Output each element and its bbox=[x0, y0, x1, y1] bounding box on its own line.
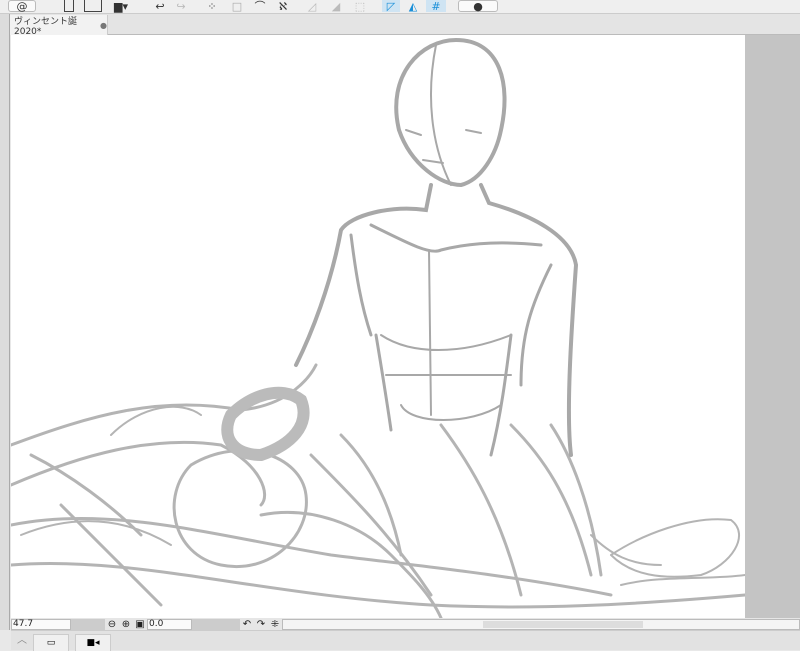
rotation-slider[interactable] bbox=[192, 618, 240, 630]
fill-icon[interactable]: ◢ bbox=[328, 0, 344, 13]
transform-icon[interactable]: ℵ bbox=[274, 0, 292, 13]
grid-snap-icon[interactable]: # bbox=[426, 0, 446, 13]
document-tab-bar: ヴィンセント誕2020* ● bbox=[10, 14, 800, 37]
ruler-snap-icon[interactable]: ◸ bbox=[382, 0, 400, 13]
help-icon[interactable]: ● bbox=[458, 0, 498, 13]
zoom-slider[interactable] bbox=[71, 618, 105, 630]
close-tab-icon[interactable]: ● bbox=[100, 21, 107, 30]
clear-icon[interactable]: ◿ bbox=[304, 0, 320, 13]
selection-icon[interactable]: □ bbox=[228, 0, 246, 13]
camera-panel-tab[interactable]: ■◂ bbox=[75, 634, 111, 651]
color-panel-tab[interactable]: ▭ bbox=[33, 634, 69, 651]
canvas-status-bar: 47.7 ⊖ ⊕ ▣ 0.0 ↶ ↷ ⁜ bbox=[11, 618, 800, 630]
collapse-up-icon[interactable]: ︿ bbox=[17, 631, 27, 646]
left-panel-strip[interactable] bbox=[0, 14, 10, 630]
zoom-in-icon[interactable]: ⊕ bbox=[119, 619, 133, 630]
drawing-canvas[interactable] bbox=[11, 35, 745, 618]
fit-screen-icon[interactable]: ▣ bbox=[133, 619, 147, 630]
reset-rotation-icon[interactable]: ⁜ bbox=[268, 619, 282, 630]
lasso-icon[interactable]: ⌒ bbox=[250, 0, 270, 13]
save-icon[interactable]: ▆▾ bbox=[108, 0, 134, 13]
zoom-field[interactable]: 47.7 bbox=[11, 618, 71, 630]
open-file-icon[interactable] bbox=[84, 0, 102, 12]
command-bar: @ ▆▾ ↩ ↪ ⁘ □ ⌒ ℵ ◿ ◢ ⬚ ◸ ◭ # ● bbox=[0, 0, 800, 14]
redo-icon[interactable]: ↪ bbox=[172, 0, 190, 13]
special-ruler-icon[interactable]: ◭ bbox=[404, 0, 422, 13]
zoom-out-icon[interactable]: ⊖ bbox=[105, 619, 119, 630]
deselect-icon[interactable]: ⬚ bbox=[352, 0, 368, 13]
horizontal-scrollbar[interactable] bbox=[282, 618, 800, 630]
document-tab[interactable]: ヴィンセント誕2020* ● bbox=[10, 15, 108, 37]
rotate-left-icon[interactable]: ↶ bbox=[240, 619, 254, 630]
rotate-right-icon[interactable]: ↷ bbox=[254, 619, 268, 630]
select-icon[interactable]: ⁘ bbox=[205, 0, 219, 13]
undo-icon[interactable]: ↩ bbox=[150, 0, 170, 13]
scrollbar-thumb[interactable] bbox=[483, 620, 643, 628]
sketch-drawing bbox=[11, 37, 745, 618]
bottom-panel: ︿ ▭ ■◂ bbox=[11, 630, 800, 651]
color-icon: ▭ bbox=[46, 638, 56, 648]
app-logo-icon[interactable]: @ bbox=[8, 0, 36, 13]
document-tab-title: ヴィンセント誕2020* bbox=[14, 16, 78, 37]
rotation-field[interactable]: 0.0 bbox=[147, 618, 192, 630]
canvas-area[interactable] bbox=[11, 35, 800, 618]
new-file-icon[interactable] bbox=[64, 0, 74, 12]
camera-icon: ■◂ bbox=[86, 638, 100, 648]
